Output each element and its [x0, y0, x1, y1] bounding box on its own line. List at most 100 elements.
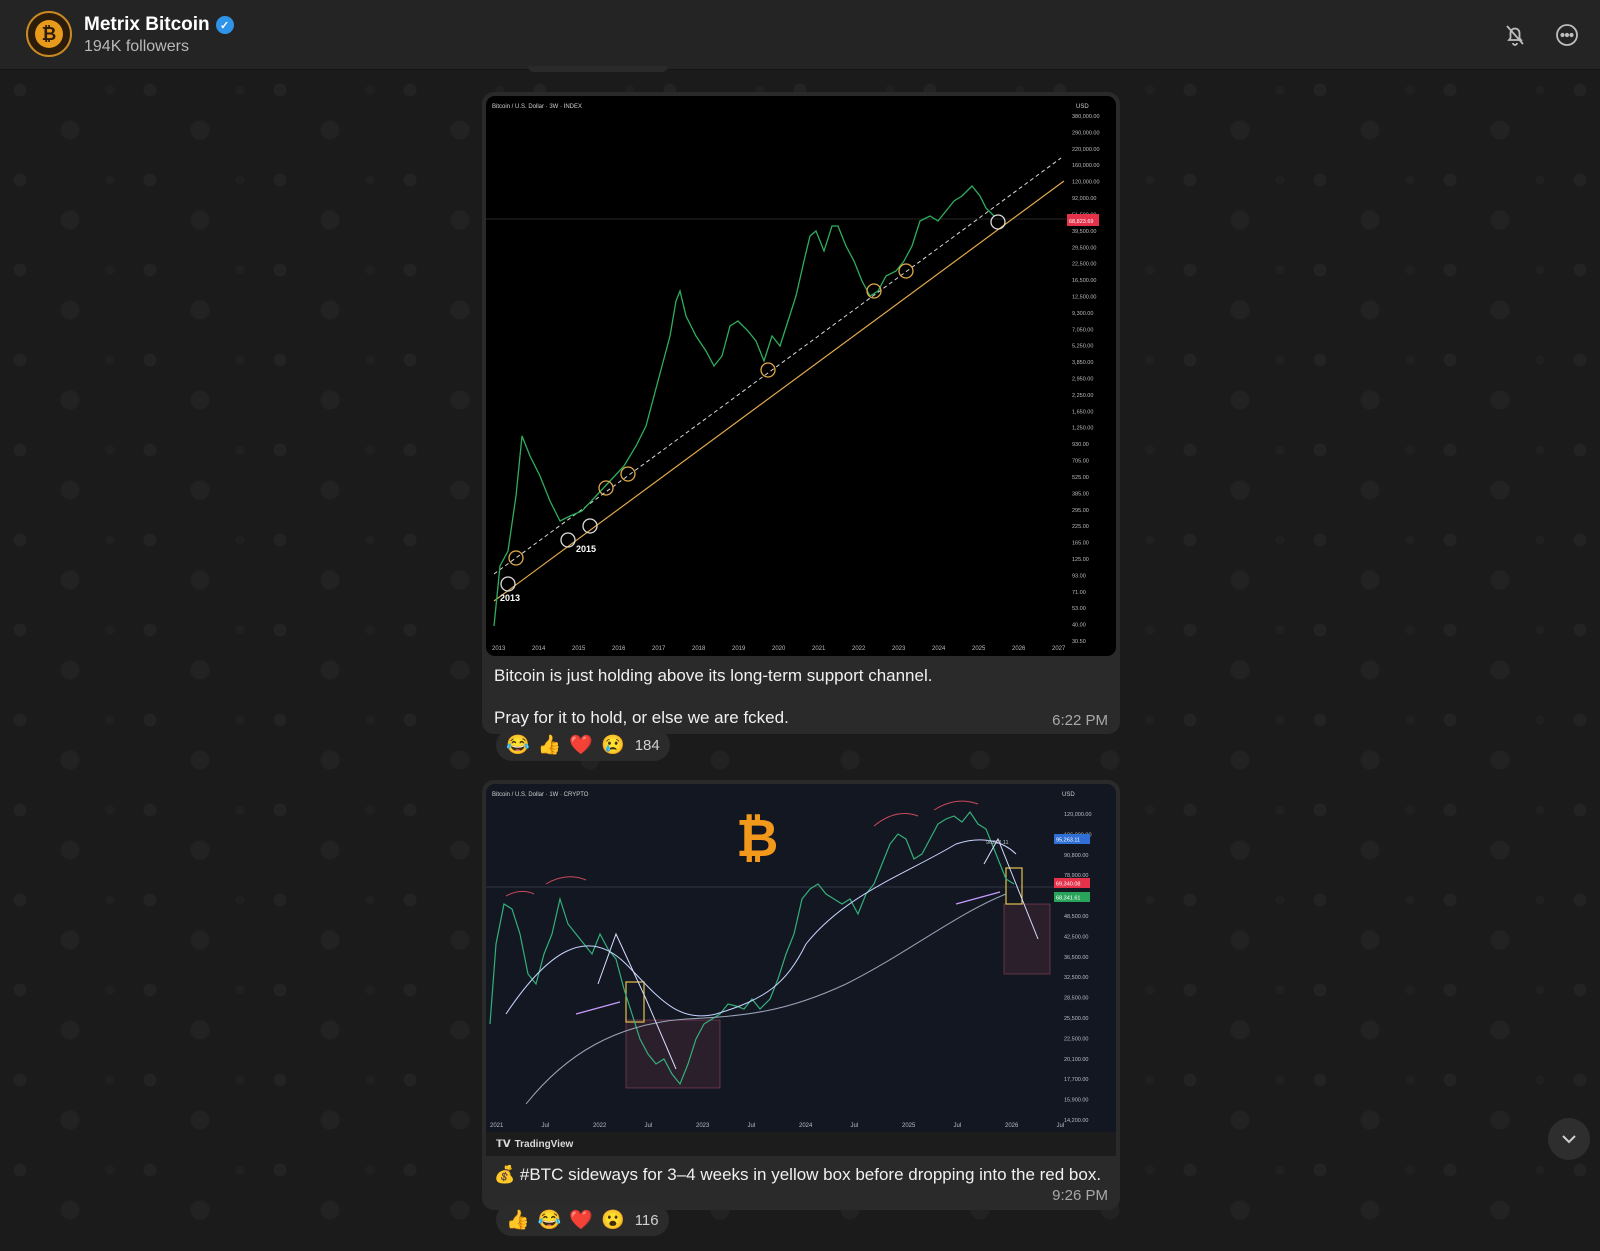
chart1-x-tick: 2027 [1052, 646, 1066, 652]
chart2-y-tick: 20,100.00 [1064, 1057, 1088, 1063]
chart1-y-tick: 220,000.00 [1072, 147, 1100, 153]
chart2-arc-top [873, 813, 919, 827]
chart1-currency: USD [1076, 104, 1089, 110]
chart1-y-tick: 125.00 [1072, 557, 1089, 563]
chart2-price-tag-text: 68,341.61 [1056, 896, 1080, 902]
channel-followers: 194K followers [84, 38, 189, 55]
chart1-y-tick: 22,500.00 [1072, 262, 1096, 268]
reaction-laugh[interactable]: 😂 [538, 1208, 562, 1232]
chart2-ema-slow [525, 893, 1007, 1105]
chart1-touch-circle [760, 362, 776, 378]
chart1-annotation-2015: 2015 [576, 544, 596, 554]
channel-name: Metrix Bitcoin [84, 14, 210, 35]
tradingview-logo-icon: 𝗧𝗩 [496, 1138, 511, 1150]
chart1-y-tick: 525.00 [1072, 475, 1089, 481]
chart1-support-line [493, 180, 1065, 602]
chart2-y-tick: 15,900.00 [1064, 1098, 1088, 1104]
chart1-y-tick: 165.00 [1072, 541, 1089, 547]
chart1-y-tick: 1,250.00 [1072, 426, 1093, 432]
chart1-touch-circle [598, 480, 614, 496]
message-2-caption: 💰 #BTC sideways for 3–4 weeks in yellow … [494, 1165, 1102, 1184]
chart1-y-tick: 30.50 [1072, 639, 1086, 645]
chart2-y-tick: 25,500.00 [1064, 1016, 1088, 1022]
chart1-y-tick: 53.00 [1072, 606, 1086, 612]
more-options-icon[interactable] [1552, 20, 1582, 50]
chart1-y-tick: 120,000.00 [1072, 180, 1100, 186]
chart2-y-tick: 42,500.00 [1064, 934, 1088, 940]
chart-image-long-term[interactable]: Bitcoin / U.S. Dollar · 3W · INDEX USD 380… [486, 96, 1116, 656]
chevron-down-icon [1562, 1135, 1576, 1144]
chart1-y-tick: 705.00 [1072, 459, 1089, 465]
reaction-cry[interactable]: 😢 [601, 733, 625, 757]
chart1-touch-circle [620, 466, 636, 482]
chart1-x-tick: 2022 [852, 646, 866, 652]
chart1-x-tick: 2015 [572, 646, 586, 652]
chart1-touch-circle [508, 550, 524, 566]
chart2-y-tick: 48,500.00 [1064, 914, 1088, 920]
chart1-x-tick: 2025 [972, 646, 986, 652]
chart2-arrow-2022 [575, 1001, 621, 1015]
message-2: Bitcoin / U.S. Dollar · 1W · CRYPTO USD 12… [482, 780, 1120, 1210]
scroll-down-button[interactable] [1548, 1118, 1590, 1160]
channel-avatar[interactable]: ₿ [26, 11, 72, 57]
chart1-y-tick: 380,000.00 [1072, 114, 1100, 120]
chart1-y-tick: 93.00 [1072, 573, 1086, 579]
chart2-x-tick: Jul [954, 1123, 962, 1129]
chart1-y-tick: 40.00 [1072, 623, 1086, 629]
chart1-x-tick: 2026 [1012, 646, 1026, 652]
chart1-y-tick: 29,500.00 [1072, 245, 1096, 251]
bitcoin-logo-icon: ₿ [35, 20, 63, 48]
chart2-price-tag-text: 95,263.11 [1056, 838, 1080, 844]
chart1-x-tick: 2021 [812, 646, 826, 652]
chart2-x-tick: 2024 [799, 1123, 813, 1129]
chart2-x-tick: Jul [1057, 1123, 1065, 1129]
reaction-thumbs-up[interactable]: 👍 [506, 1208, 530, 1232]
verified-check-icon: ✓ [215, 16, 234, 34]
chart1-y-tick: 16,500.00 [1072, 278, 1096, 284]
chart1-x-tick: 2018 [692, 646, 706, 652]
chart2-x-tick: Jul [645, 1123, 653, 1129]
chart1-header: Bitcoin / U.S. Dollar · 3W · INDEX [492, 104, 582, 110]
chart1-touch-circle [500, 576, 516, 592]
chart1-x-tick: 2023 [892, 646, 906, 652]
reaction-heart[interactable]: ❤️ [569, 1208, 593, 1232]
reaction-heart[interactable]: ❤️ [569, 733, 593, 757]
channel-title-row[interactable]: Metrix Bitcoin ✓ [84, 14, 234, 36]
message-1-time: 6:22 PM [1052, 712, 1108, 729]
chart1-y-tick: 9,300.00 [1072, 311, 1093, 317]
message-1: Bitcoin / U.S. Dollar · 3W · INDEX USD 380… [482, 92, 1120, 734]
chart2-y-tick: 28,500.00 [1064, 996, 1088, 1002]
chart1-x-tick: 2013 [492, 646, 506, 652]
channel-header: ₿ Metrix Bitcoin ✓ 194K followers [0, 0, 1600, 70]
chart1-x-tick: 2016 [612, 646, 626, 652]
message-1-caption-line2: Pray for it to hold, or else we are fcke… [494, 708, 789, 727]
chart1-x-tick: 2017 [652, 646, 666, 652]
reaction-count: 116 [634, 1211, 659, 1229]
reaction-thumbs-up[interactable]: 👍 [538, 733, 562, 757]
chart1-y-tick: 12,500.00 [1072, 294, 1096, 300]
reaction-surprised[interactable]: 😮 [601, 1208, 625, 1232]
chart2-header: Bitcoin / U.S. Dollar · 1W · CRYPTO [492, 792, 589, 798]
tradingview-brand: TradingView [514, 1138, 574, 1150]
chart2-price-tag-text: 69,340.08 [1056, 882, 1080, 888]
message-2-time: 9:26 PM [1052, 1187, 1108, 1204]
chart1-y-tick: 2,950.00 [1072, 377, 1093, 383]
reaction-laugh[interactable]: 😂 [506, 733, 530, 757]
chart2-yellow-box-2026 [1005, 867, 1023, 905]
chart2-arc-top [505, 890, 535, 897]
message-1-caption-line1: Bitcoin is just holding above its long-t… [494, 666, 933, 685]
chart1-y-tick: 930.00 [1072, 442, 1089, 448]
chart1-annotation-2013: 2013 [500, 593, 520, 603]
bell-off-icon[interactable] [1500, 20, 1530, 50]
tradingview-watermark: 𝗧𝗩 TradingView [486, 1132, 1116, 1156]
chart2-x-tick: 2023 [696, 1123, 710, 1129]
btc-weekly-chart: Bitcoin / U.S. Dollar · 1W · CRYPTO USD 12… [486, 792, 1092, 1129]
chart2-red-box-2022 [625, 1019, 721, 1089]
chart1-y-tick: 39,500.00 [1072, 229, 1096, 235]
chart1-price-series [493, 185, 995, 627]
chart1-y-tick: 92,000.00 [1072, 196, 1096, 202]
chart1-x-tick: 2014 [532, 646, 546, 652]
chart1-y-tick: 160,000.00 [1072, 163, 1100, 169]
chart1-x-tick: 2024 [932, 646, 946, 652]
chart-image-weekly[interactable]: Bitcoin / U.S. Dollar · 1W · CRYPTO USD 12… [486, 784, 1116, 1132]
